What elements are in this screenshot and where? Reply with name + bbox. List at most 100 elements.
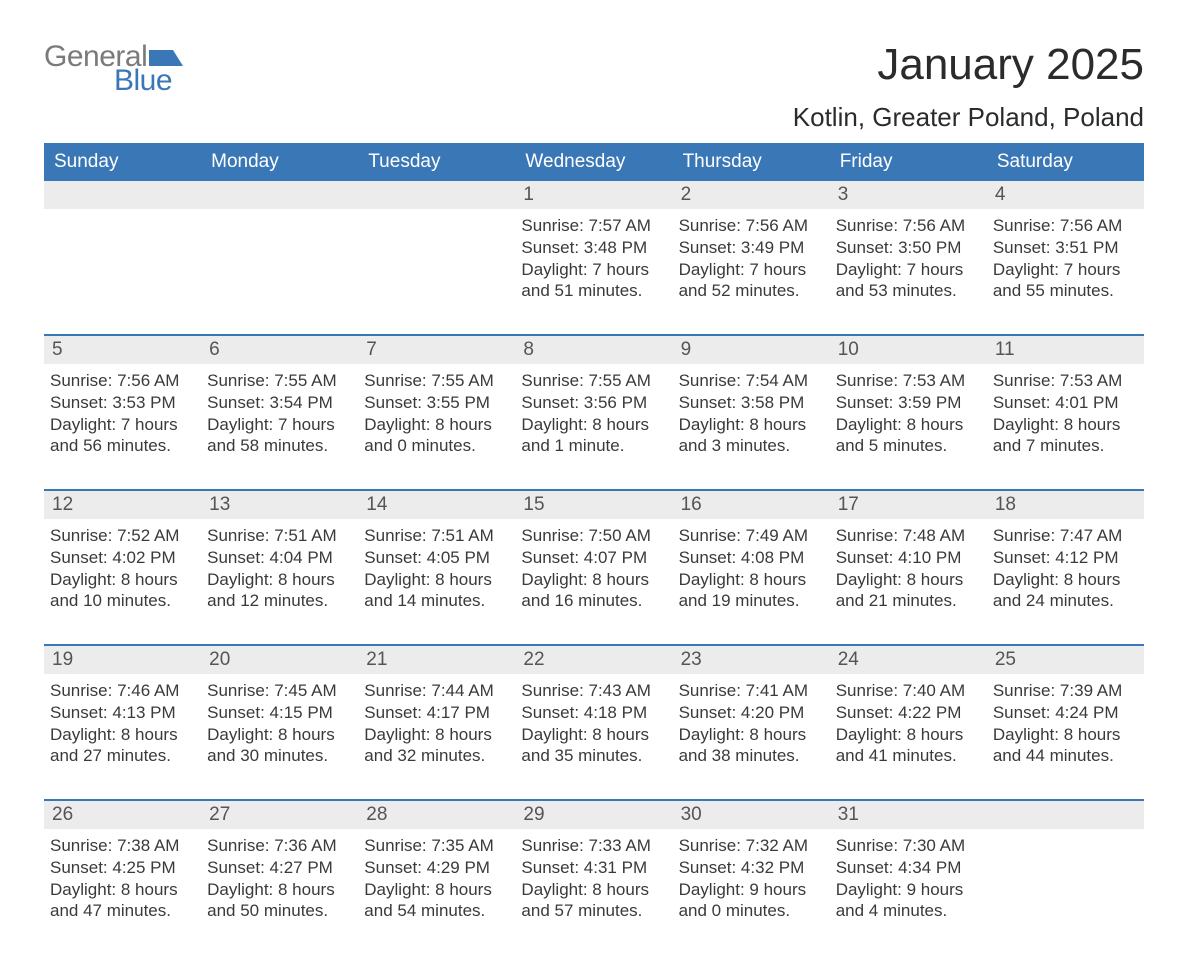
sunrise-text: Sunrise: 7:39 AM [993,680,1136,702]
day-body: Sunrise: 7:47 AMSunset: 4:12 PMDaylight:… [987,519,1144,620]
weekday-header: Monday [201,143,358,181]
daylight-text: Daylight: 8 hours and 50 minutes. [207,879,350,923]
sunset-text: Sunset: 4:08 PM [679,547,822,569]
day-body: Sunrise: 7:39 AMSunset: 4:24 PMDaylight:… [987,674,1144,775]
day-number: 13 [201,491,358,519]
day-cell [201,181,358,310]
weekday-header: Friday [830,143,987,181]
day-cell: 1Sunrise: 7:57 AMSunset: 3:48 PMDaylight… [515,181,672,310]
sunset-text: Sunset: 4:29 PM [364,857,507,879]
sunrise-text: Sunrise: 7:54 AM [679,370,822,392]
day-cell [44,181,201,310]
day-cell: 31Sunrise: 7:30 AMSunset: 4:34 PMDayligh… [830,801,987,930]
day-cell: 24Sunrise: 7:40 AMSunset: 4:22 PMDayligh… [830,646,987,775]
day-number: 30 [673,801,830,829]
daylight-text: Daylight: 8 hours and 7 minutes. [993,414,1136,458]
daylight-text: Daylight: 8 hours and 35 minutes. [521,724,664,768]
sunrise-text: Sunrise: 7:51 AM [364,525,507,547]
day-number: 26 [44,801,201,829]
day-cell: 6Sunrise: 7:55 AMSunset: 3:54 PMDaylight… [201,336,358,465]
day-cell [987,801,1144,930]
sunset-text: Sunset: 3:56 PM [521,392,664,414]
sunrise-text: Sunrise: 7:56 AM [836,215,979,237]
day-cell: 22Sunrise: 7:43 AMSunset: 4:18 PMDayligh… [515,646,672,775]
day-cell: 18Sunrise: 7:47 AMSunset: 4:12 PMDayligh… [987,491,1144,620]
day-body: Sunrise: 7:35 AMSunset: 4:29 PMDaylight:… [358,829,515,930]
sunrise-text: Sunrise: 7:52 AM [50,525,193,547]
day-body: Sunrise: 7:49 AMSunset: 4:08 PMDaylight:… [673,519,830,620]
day-body: Sunrise: 7:56 AMSunset: 3:50 PMDaylight:… [830,209,987,310]
sunrise-text: Sunrise: 7:53 AM [836,370,979,392]
day-body: Sunrise: 7:55 AMSunset: 3:54 PMDaylight:… [201,364,358,465]
day-number: 17 [830,491,987,519]
day-body: Sunrise: 7:45 AMSunset: 4:15 PMDaylight:… [201,674,358,775]
day-cell: 4Sunrise: 7:56 AMSunset: 3:51 PMDaylight… [987,181,1144,310]
sunset-text: Sunset: 4:18 PM [521,702,664,724]
sunrise-text: Sunrise: 7:55 AM [521,370,664,392]
sunset-text: Sunset: 3:49 PM [679,237,822,259]
sunrise-text: Sunrise: 7:43 AM [521,680,664,702]
sunrise-text: Sunrise: 7:45 AM [207,680,350,702]
daylight-text: Daylight: 8 hours and 10 minutes. [50,569,193,613]
day-body: Sunrise: 7:51 AMSunset: 4:04 PMDaylight:… [201,519,358,620]
sunrise-text: Sunrise: 7:55 AM [207,370,350,392]
day-body: Sunrise: 7:55 AMSunset: 3:56 PMDaylight:… [515,364,672,465]
week-row: 12Sunrise: 7:52 AMSunset: 4:02 PMDayligh… [44,489,1144,620]
daylight-text: Daylight: 8 hours and 41 minutes. [836,724,979,768]
day-number: 16 [673,491,830,519]
brand-word-2: Blue [114,64,183,98]
day-body: Sunrise: 7:40 AMSunset: 4:22 PMDaylight:… [830,674,987,775]
daylight-text: Daylight: 8 hours and 12 minutes. [207,569,350,613]
weekday-header-row: Sunday Monday Tuesday Wednesday Thursday… [44,143,1144,181]
day-cell: 30Sunrise: 7:32 AMSunset: 4:32 PMDayligh… [673,801,830,930]
day-number: 9 [673,336,830,364]
daylight-text: Daylight: 7 hours and 51 minutes. [521,259,664,303]
day-body: Sunrise: 7:48 AMSunset: 4:10 PMDaylight:… [830,519,987,620]
day-body: Sunrise: 7:36 AMSunset: 4:27 PMDaylight:… [201,829,358,930]
sunset-text: Sunset: 3:53 PM [50,392,193,414]
day-body: Sunrise: 7:53 AMSunset: 4:01 PMDaylight:… [987,364,1144,465]
daylight-text: Daylight: 8 hours and 54 minutes. [364,879,507,923]
daylight-text: Daylight: 8 hours and 32 minutes. [364,724,507,768]
day-number: 6 [201,336,358,364]
sunrise-text: Sunrise: 7:56 AM [50,370,193,392]
day-body: Sunrise: 7:52 AMSunset: 4:02 PMDaylight:… [44,519,201,620]
day-body: Sunrise: 7:56 AMSunset: 3:49 PMDaylight:… [673,209,830,310]
sunset-text: Sunset: 4:12 PM [993,547,1136,569]
daylight-text: Daylight: 8 hours and 0 minutes. [364,414,507,458]
daylight-text: Daylight: 8 hours and 1 minute. [521,414,664,458]
week-row: 26Sunrise: 7:38 AMSunset: 4:25 PMDayligh… [44,799,1144,930]
day-cell: 23Sunrise: 7:41 AMSunset: 4:20 PMDayligh… [673,646,830,775]
day-body: Sunrise: 7:50 AMSunset: 4:07 PMDaylight:… [515,519,672,620]
day-body: Sunrise: 7:33 AMSunset: 4:31 PMDaylight:… [515,829,672,930]
day-cell: 21Sunrise: 7:44 AMSunset: 4:17 PMDayligh… [358,646,515,775]
day-number [358,181,515,209]
weekday-header: Sunday [44,143,201,181]
sunset-text: Sunset: 4:13 PM [50,702,193,724]
daylight-text: Daylight: 8 hours and 19 minutes. [679,569,822,613]
sunrise-text: Sunrise: 7:56 AM [679,215,822,237]
sunrise-text: Sunrise: 7:56 AM [993,215,1136,237]
day-body: Sunrise: 7:46 AMSunset: 4:13 PMDaylight:… [44,674,201,775]
daylight-text: Daylight: 7 hours and 56 minutes. [50,414,193,458]
day-body: Sunrise: 7:54 AMSunset: 3:58 PMDaylight:… [673,364,830,465]
day-cell: 26Sunrise: 7:38 AMSunset: 4:25 PMDayligh… [44,801,201,930]
month-title: January 2025 [793,40,1144,90]
day-number: 10 [830,336,987,364]
sunrise-text: Sunrise: 7:51 AM [207,525,350,547]
day-number: 11 [987,336,1144,364]
day-body: Sunrise: 7:32 AMSunset: 4:32 PMDaylight:… [673,829,830,930]
sunset-text: Sunset: 4:31 PM [521,857,664,879]
day-cell: 15Sunrise: 7:50 AMSunset: 4:07 PMDayligh… [515,491,672,620]
sunrise-text: Sunrise: 7:30 AM [836,835,979,857]
sunset-text: Sunset: 4:01 PM [993,392,1136,414]
sunset-text: Sunset: 4:04 PM [207,547,350,569]
day-number: 1 [515,181,672,209]
sunrise-text: Sunrise: 7:55 AM [364,370,507,392]
location: Kotlin, Greater Poland, Poland [793,102,1144,133]
sunset-text: Sunset: 4:25 PM [50,857,193,879]
weekday-header: Tuesday [358,143,515,181]
day-number: 4 [987,181,1144,209]
day-cell: 14Sunrise: 7:51 AMSunset: 4:05 PMDayligh… [358,491,515,620]
day-cell: 5Sunrise: 7:56 AMSunset: 3:53 PMDaylight… [44,336,201,465]
